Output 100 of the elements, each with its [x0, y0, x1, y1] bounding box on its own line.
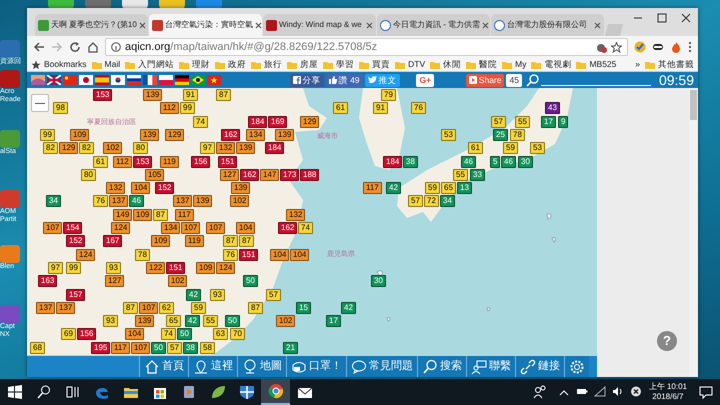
nav-button[interactable]: 聯繫	[466, 356, 515, 377]
aqi-marker[interactable]: 137	[173, 195, 192, 208]
aqi-marker[interactable]: 119	[160, 156, 179, 168]
aqi-marker[interactable]: 154	[63, 222, 82, 234]
aqi-marker[interactable]: 139	[193, 195, 212, 208]
aqi-marker[interactable]: 97	[48, 262, 63, 274]
aqi-marker[interactable]: 63	[213, 328, 228, 340]
aqi-marker[interactable]: 43	[545, 102, 560, 114]
aqi-marker[interactable]: 195	[91, 342, 110, 354]
aqi-marker[interactable]: 153	[133, 156, 152, 168]
aqi-marker[interactable]: 80	[81, 168, 96, 181]
back-icon[interactable]	[33, 41, 45, 53]
aqi-marker[interactable]: 42	[186, 288, 201, 300]
aqi-marker[interactable]: 147	[260, 168, 280, 181]
aqi-marker[interactable]: 99	[180, 102, 195, 114]
aqi-marker[interactable]: 50	[225, 315, 240, 328]
aqi-marker[interactable]: 61	[93, 156, 108, 168]
aqi-marker[interactable]: 82	[79, 142, 94, 154]
nav-button[interactable]: 常見問題	[346, 356, 417, 377]
aqi-marker[interactable]: 68	[30, 342, 45, 354]
aqi-marker[interactable]: 117	[111, 342, 130, 354]
aqi-marker[interactable]: 34	[46, 195, 61, 208]
aqi-marker[interactable]: 137	[36, 302, 56, 314]
aqi-marker[interactable]: 104	[270, 248, 290, 261]
aqi-marker[interactable]: 87	[223, 235, 238, 248]
aqi-marker[interactable]: 102	[276, 315, 296, 328]
aqi-marker[interactable]: 30	[518, 156, 533, 168]
aqi-marker[interactable]: 57	[167, 342, 182, 354]
flag-icon[interactable]	[79, 75, 93, 85]
aqi-marker[interactable]: 87	[123, 302, 138, 314]
aqi-marker[interactable]: 117	[363, 182, 382, 194]
reload-icon[interactable]	[69, 41, 81, 53]
aqi-marker[interactable]: 127	[220, 168, 240, 181]
aqi-marker[interactable]: 104	[290, 248, 310, 261]
aqi-marker[interactable]: 91	[183, 89, 198, 101]
google-plus-button[interactable]: G+	[416, 74, 434, 86]
chrome-icon[interactable]	[268, 383, 284, 399]
aqi-marker[interactable]: 134	[246, 128, 266, 141]
aqi-marker[interactable]: 132	[216, 142, 236, 154]
aqi-marker[interactable]: 109	[151, 235, 170, 248]
aqi-marker[interactable]: 139	[231, 182, 250, 194]
aqi-marker[interactable]: 61	[468, 142, 483, 154]
close-icon[interactable]	[680, 13, 692, 23]
aqi-marker[interactable]: 122	[146, 262, 166, 274]
aqi-marker[interactable]: 62	[159, 302, 174, 314]
aqi-marker[interactable]: 17	[541, 116, 556, 128]
search-icon[interactable]	[36, 384, 52, 400]
aqi-marker[interactable]: 61	[333, 102, 348, 114]
aqi-marker[interactable]: 102	[168, 275, 188, 288]
aqi-marker[interactable]: 78	[135, 248, 150, 261]
aqi-marker[interactable]: 13	[457, 182, 472, 194]
bookmark[interactable]: My	[502, 58, 526, 71]
aqi-marker[interactable]: 87	[216, 89, 231, 101]
clock-time[interactable]: 上午 10:01	[648, 382, 687, 392]
aqi-marker[interactable]: 109	[133, 208, 152, 221]
aqi-marker[interactable]: 50	[243, 275, 258, 288]
aqi-marker[interactable]: 87	[153, 208, 168, 221]
aqi-marker[interactable]: 50	[177, 328, 192, 340]
flag-icon[interactable]	[143, 75, 157, 85]
star-icon[interactable]	[611, 42, 622, 52]
nav-button[interactable]: 口罩！	[286, 356, 346, 377]
aqi-marker[interactable]: 163	[38, 275, 58, 288]
aqi-marker[interactable]: 87	[239, 235, 254, 248]
help-button[interactable]: ?	[657, 331, 677, 351]
aqi-marker[interactable]: 38	[403, 156, 418, 168]
aqi-marker[interactable]: 107	[131, 342, 150, 354]
aqi-marker[interactable]: 109	[196, 262, 216, 274]
zoom-out-button[interactable]: —	[31, 94, 49, 112]
aqi-marker[interactable]: 59	[503, 142, 518, 154]
aqi-marker[interactable]: 156	[77, 328, 96, 340]
browser-tab[interactable]: 今日電力資訊 - 電力供需	[377, 14, 490, 36]
aqi-marker[interactable]: 139	[143, 89, 162, 101]
windows-start-icon[interactable]	[6, 384, 22, 400]
bookmark[interactable]: 理財	[179, 58, 210, 71]
aqi-marker[interactable]: 9	[558, 116, 568, 128]
wifi-icon[interactable]	[594, 385, 606, 398]
aqi-marker[interactable]: 104	[236, 222, 256, 234]
aqi-marker[interactable]: 112	[160, 102, 179, 114]
like-button[interactable]: 讚 49	[326, 74, 363, 86]
scrollbar[interactable]	[689, 88, 698, 377]
info-icon[interactable]	[111, 42, 121, 52]
aqi-marker[interactable]: 139	[135, 315, 154, 328]
aqi-marker[interactable]: 93	[103, 315, 118, 328]
aqi-marker[interactable]: 57	[491, 116, 506, 128]
aqi-marker[interactable]: 109	[70, 128, 90, 141]
menu-icon[interactable]	[688, 41, 692, 53]
aqi-marker[interactable]: 107	[181, 222, 200, 234]
home-icon[interactable]	[87, 41, 99, 53]
aqi-marker[interactable]: 184	[248, 116, 268, 128]
aqi-marker[interactable]: 132	[286, 208, 306, 221]
aqi-marker[interactable]: 167	[103, 235, 122, 248]
aqi-marker[interactable]: 74	[298, 222, 313, 234]
aqi-marker[interactable]: 184	[383, 156, 402, 168]
aqi-marker[interactable]: 46	[461, 156, 476, 168]
extension-icon[interactable]	[634, 41, 646, 53]
aqi-marker[interactable]: 117	[175, 208, 194, 221]
aqi-marker[interactable]: 107	[139, 302, 158, 314]
bookmark[interactable]: 電視劇	[531, 58, 572, 71]
aqi-marker[interactable]: 21	[283, 342, 298, 354]
aqi-marker[interactable]: 153	[93, 89, 112, 101]
